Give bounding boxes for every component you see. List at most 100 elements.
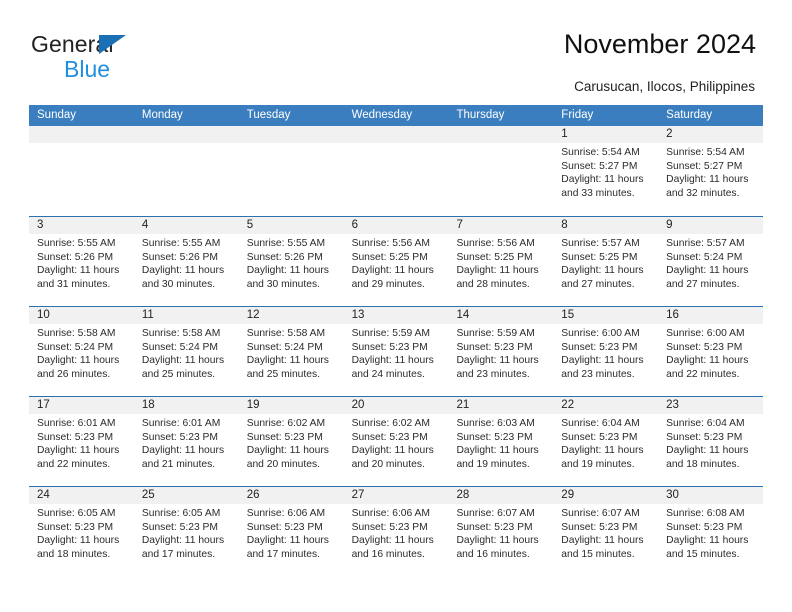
day-number: [29, 126, 134, 143]
sunrise-text: Sunrise: 6:00 AM: [561, 328, 640, 339]
sunset-text: Sunset: 5:23 PM: [666, 431, 743, 443]
daylight-text: Daylight: 11 hours and 22 minutes.: [37, 445, 120, 470]
day-sun-details: Sunrise: 6:04 AM Sunset: 5:23 PM Daylight:…: [553, 414, 658, 471]
sunrise-text: Sunrise: 5:57 AM: [666, 238, 745, 249]
day-number: 26: [238, 487, 344, 504]
calendar-day-cell[interactable]: 5 Sunrise: 5:55 AM Sunset: 5:26 PM Daylight…: [238, 217, 344, 306]
calendar-day-cell[interactable]: 21 Sunrise: 6:03 AM Sunset: 5:23 PM Dayligh…: [448, 397, 554, 486]
sunset-text: Sunset: 5:26 PM: [246, 251, 323, 263]
sunset-text: Sunset: 5:23 PM: [141, 521, 218, 533]
daylight-text: Daylight: 11 hours and 22 minutes.: [666, 355, 749, 380]
calendar-week-row: 3 Sunrise: 5:55 AM Sunset: 5:26 PM Daylight…: [29, 216, 764, 306]
weekday-saturday: Saturday: [666, 109, 713, 121]
day-number: 19: [238, 397, 344, 414]
calendar-day-cell[interactable]: 9 Sunrise: 5:57 AM Sunset: 5:24 PM Daylight…: [658, 217, 764, 306]
sunset-text: Sunset: 5:23 PM: [246, 431, 323, 443]
sunset-text: Sunset: 5:25 PM: [351, 251, 428, 263]
daylight-text: Daylight: 11 hours and 20 minutes.: [246, 445, 329, 470]
day-sun-details: Sunrise: 6:02 AM Sunset: 5:23 PM Daylight:…: [239, 414, 344, 471]
sunrise-text: Sunrise: 5:54 AM: [561, 147, 640, 158]
sunrise-text: Sunrise: 5:54 AM: [666, 147, 745, 158]
day-sun-details: Sunrise: 6:01 AM Sunset: 5:23 PM Daylight:…: [29, 414, 134, 471]
day-number: 17: [29, 397, 134, 414]
sunset-text: Sunset: 5:23 PM: [456, 521, 533, 533]
calendar-day-cell[interactable]: 7 Sunrise: 5:56 AM Sunset: 5:25 PM Daylight…: [448, 217, 554, 306]
daylight-text: Daylight: 11 hours and 21 minutes.: [141, 445, 225, 470]
calendar-day-cell[interactable]: 15 Sunrise: 6:00 AM Sunset: 5:23 PM Dayligh…: [553, 307, 659, 396]
daylight-text: Daylight: 11 hours and 24 minutes.: [351, 355, 434, 380]
calendar-day-cell[interactable]: 30 Sunrise: 6:08 AM Sunset: 5:23 PM Dayligh…: [658, 487, 764, 576]
calendar-day-cell[interactable]: 3 Sunrise: 5:55 AM Sunset: 5:26 PM Daylight…: [29, 217, 134, 306]
daylight-text: Daylight: 11 hours and 30 minutes.: [141, 265, 225, 290]
sunrise-text: Sunrise: 6:02 AM: [351, 418, 430, 429]
calendar-day-cell[interactable]: 13 Sunrise: 5:59 AM Sunset: 5:23 PM Dayligh…: [343, 307, 449, 396]
calendar-day-cell[interactable]: 19 Sunrise: 6:02 AM Sunset: 5:23 PM Dayligh…: [238, 397, 344, 486]
day-number: 11: [133, 307, 239, 324]
sunset-text: Sunset: 5:23 PM: [456, 341, 533, 353]
day-sun-details: Sunrise: 5:59 AM Sunset: 5:23 PM Daylight:…: [344, 324, 449, 381]
day-sun-details: Sunrise: 6:06 AM Sunset: 5:23 PM Daylight:…: [344, 504, 449, 561]
logo-text-blue: Blue: [64, 56, 111, 82]
page-title: November 2024: [563, 29, 756, 59]
calendar-day-cell[interactable]: 10 Sunrise: 5:58 AM Sunset: 5:24 PM Dayligh…: [29, 307, 134, 396]
day-number: 10: [29, 307, 134, 324]
general-blue-logo[interactable]: General Blue: [31, 31, 241, 83]
day-number: 14: [448, 307, 554, 324]
sunset-text: Sunset: 5:23 PM: [561, 341, 638, 353]
calendar-day-cell[interactable]: 23 Sunrise: 6:04 AM Sunset: 5:23 PM Dayligh…: [658, 397, 764, 486]
calendar-day-cell[interactable]: 6 Sunrise: 5:56 AM Sunset: 5:25 PM Daylight…: [343, 217, 449, 306]
calendar-day-cell[interactable]: 27 Sunrise: 6:06 AM Sunset: 5:23 PM Dayligh…: [343, 487, 449, 576]
sunrise-text: Sunrise: 6:06 AM: [351, 508, 430, 519]
sunrise-text: Sunrise: 5:58 AM: [141, 328, 221, 339]
calendar-day-cell[interactable]: 1 Sunrise: 5:54 AM Sunset: 5:27 PM Daylight…: [553, 126, 659, 216]
day-sun-details: Sunrise: 6:04 AM Sunset: 5:23 PM Daylight:…: [658, 414, 763, 471]
day-sun-details: Sunrise: 6:06 AM Sunset: 5:23 PM Daylight:…: [239, 504, 344, 561]
sunrise-text: Sunrise: 5:59 AM: [351, 328, 430, 339]
calendar-day-cell[interactable]: 2 Sunrise: 5:54 AM Sunset: 5:27 PM Daylight…: [658, 126, 764, 216]
calendar-day-cell[interactable]: 16 Sunrise: 6:00 AM Sunset: 5:23 PM Dayligh…: [658, 307, 764, 396]
calendar-day-cell[interactable]: 29 Sunrise: 6:07 AM Sunset: 5:23 PM Dayligh…: [553, 487, 659, 576]
daylight-text: Daylight: 11 hours and 18 minutes.: [37, 535, 120, 560]
sunrise-text: Sunrise: 6:04 AM: [666, 418, 745, 429]
daylight-text: Daylight: 11 hours and 18 minutes.: [666, 445, 749, 470]
calendar-day-cell[interactable]: 22 Sunrise: 6:04 AM Sunset: 5:23 PM Dayligh…: [553, 397, 659, 486]
calendar-weeks: 1 Sunrise: 5:54 AM Sunset: 5:27 PM Daylight…: [29, 126, 764, 576]
day-sun-details: Sunrise: 6:07 AM Sunset: 5:23 PM Daylight:…: [553, 504, 658, 561]
weekday-monday: Monday: [141, 109, 183, 121]
sunset-text: Sunset: 5:23 PM: [351, 341, 428, 353]
calendar-day-cell[interactable]: 26 Sunrise: 6:06 AM Sunset: 5:23 PM Dayligh…: [238, 487, 344, 576]
sunset-text: Sunset: 5:26 PM: [37, 251, 114, 263]
daylight-text: Daylight: 11 hours and 19 minutes.: [456, 445, 539, 470]
calendar-day-cell[interactable]: 18 Sunrise: 6:01 AM Sunset: 5:23 PM Dayligh…: [133, 397, 239, 486]
day-sun-details: Sunrise: 5:55 AM Sunset: 5:26 PM Daylight:…: [239, 234, 344, 291]
calendar-day-cell[interactable]: 12 Sunrise: 5:58 AM Sunset: 5:24 PM Dayligh…: [238, 307, 344, 396]
daylight-text: Daylight: 11 hours and 28 minutes.: [456, 265, 539, 290]
calendar-day-cell[interactable]: 17 Sunrise: 6:01 AM Sunset: 5:23 PM Dayligh…: [29, 397, 134, 486]
day-number: 24: [29, 487, 134, 504]
daylight-text: Daylight: 11 hours and 15 minutes.: [561, 535, 644, 560]
weekday-tuesday: Tuesday: [246, 109, 291, 121]
calendar-day-cell[interactable]: 24 Sunrise: 6:05 AM Sunset: 5:23 PM Dayligh…: [29, 487, 134, 576]
day-sun-details: Sunrise: 5:57 AM Sunset: 5:24 PM Daylight:…: [658, 234, 763, 291]
calendar-grid: Sunday Monday Tuesday Wednesday Thursday…: [29, 105, 764, 576]
day-number: 1: [553, 126, 659, 143]
calendar-day-cell[interactable]: 14 Sunrise: 5:59 AM Sunset: 5:23 PM Dayligh…: [448, 307, 554, 396]
calendar-day-cell[interactable]: 25 Sunrise: 6:05 AM Sunset: 5:23 PM Dayligh…: [133, 487, 239, 576]
calendar-day-cell[interactable]: 20 Sunrise: 6:02 AM Sunset: 5:23 PM Dayligh…: [343, 397, 449, 486]
day-sun-details: Sunrise: 5:57 AM Sunset: 5:25 PM Daylight:…: [553, 234, 658, 291]
calendar-day-cell[interactable]: 11 Sunrise: 5:58 AM Sunset: 5:24 PM Dayligh…: [133, 307, 239, 396]
day-sun-details: Sunrise: 5:58 AM Sunset: 5:24 PM Daylight:…: [134, 324, 239, 381]
logo-triangle-icon: [99, 35, 126, 54]
daylight-text: Daylight: 11 hours and 25 minutes.: [141, 355, 225, 380]
page-header: General Blue November 2024 Carusucan, Il…: [0, 0, 792, 103]
calendar-day-cell[interactable]: 8 Sunrise: 5:57 AM Sunset: 5:25 PM Daylight…: [553, 217, 659, 306]
day-number: 6: [343, 217, 449, 234]
calendar-day-cell[interactable]: 28 Sunrise: 6:07 AM Sunset: 5:23 PM Dayligh…: [448, 487, 554, 576]
sunrise-text: Sunrise: 6:04 AM: [561, 418, 640, 429]
calendar-day-cell[interactable]: 4 Sunrise: 5:55 AM Sunset: 5:26 PM Daylight…: [133, 217, 239, 306]
calendar-day-cell-empty: [448, 126, 554, 216]
weekday-friday: Friday: [561, 109, 594, 121]
day-number: 9: [658, 217, 764, 234]
day-number: 3: [29, 217, 134, 234]
day-sun-details: Sunrise: 6:07 AM Sunset: 5:23 PM Daylight:…: [448, 504, 553, 561]
